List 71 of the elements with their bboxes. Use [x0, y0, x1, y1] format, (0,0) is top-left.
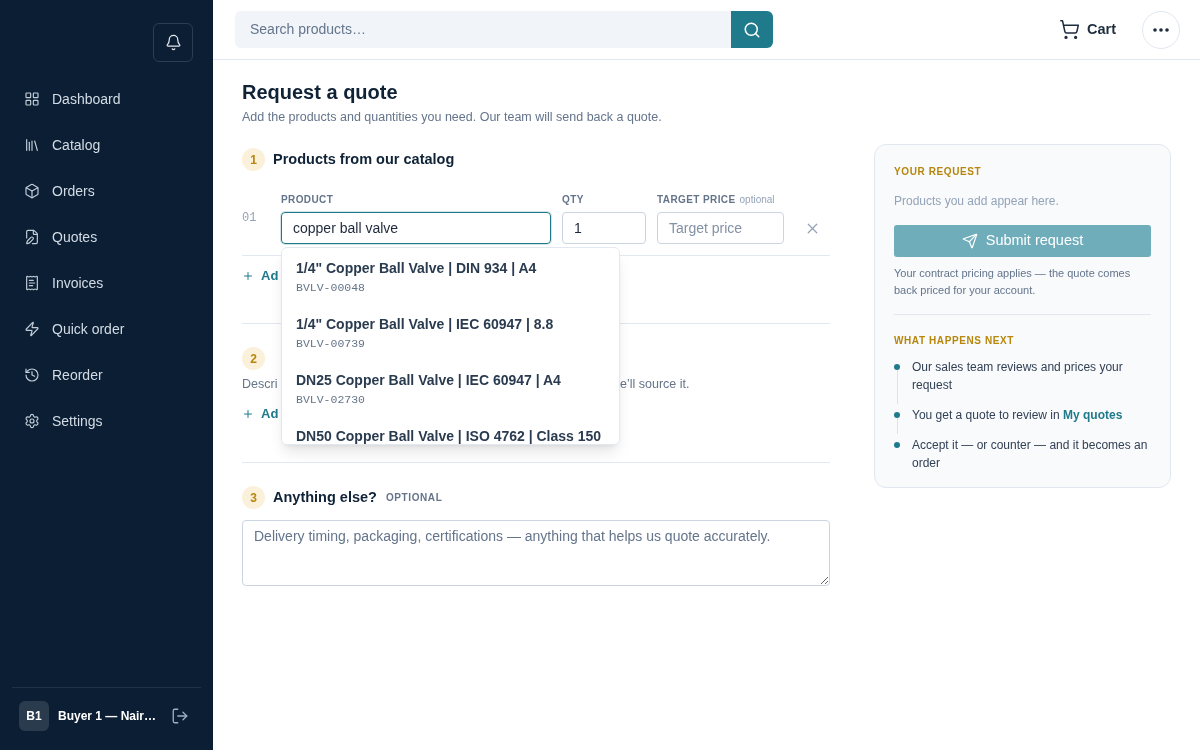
product-code: BVLV-02730	[296, 392, 366, 408]
suggestion-item[interactable]: 1/4" Copper Ball Valve | DIN 934 | A4 BVLV-00048	[282, 249, 619, 305]
step-number: 1	[242, 148, 265, 171]
step-number: 2	[242, 347, 265, 370]
plus-icon	[242, 270, 254, 282]
empty-state-text: Products you add appear here.	[894, 193, 1060, 210]
product-name: DN25 Copper Ball Valve | IEC 60947 | A4	[296, 371, 562, 390]
column-label: QTY	[562, 193, 584, 207]
notifications-button[interactable]	[153, 23, 193, 62]
nav-item[interactable]: Orders	[12, 168, 201, 214]
file-pen-icon	[24, 229, 40, 245]
nav-item[interactable]: Dashboard	[12, 76, 201, 122]
suggestion-item[interactable]: DN50 Copper Ball Valve | ISO 4762 | Class 150	[282, 417, 619, 444]
suggestion-item[interactable]: 1/4" Copper Ball Valve | IEC 60947 | 8.8 BVLV-00739	[282, 305, 619, 361]
search-field[interactable]: Search products…	[235, 11, 731, 48]
bell-icon	[164, 34, 182, 51]
nav-item[interactable]: Settings	[12, 398, 201, 444]
product-name: 1/4" Copper Ball Valve | IEC 60947 | 8.8	[296, 315, 555, 334]
add-link[interactable]: Ad	[242, 266, 279, 286]
product-name: 1/4" Copper Ball Valve | DIN 934 | A4	[296, 259, 538, 278]
lightning-icon	[24, 321, 40, 337]
step-text: Our sales team reviews and prices your request	[912, 359, 1124, 394]
nav-item[interactable]: Quotes	[12, 214, 201, 260]
section-description: Descri	[242, 376, 279, 393]
product-field[interactable]: copper ball valve	[281, 212, 551, 244]
search-button[interactable]	[731, 11, 773, 48]
grid-icon	[24, 91, 40, 107]
notes-field[interactable]: Delivery timing, packaging, certifications — anything that helps us quote accurately.	[242, 520, 830, 586]
user-avatar: B1	[19, 701, 49, 731]
search-icon	[743, 20, 761, 39]
nav-item[interactable]: Invoices	[12, 260, 201, 306]
nav-item[interactable]: Quick order	[12, 306, 201, 352]
card-heading: YOUR REQUEST	[894, 165, 983, 179]
user-name: Buyer 1 — Nair…	[58, 708, 157, 725]
card-heading: WHAT HAPPENS NEXT	[894, 334, 1016, 348]
nav-item[interactable]: Reorder	[12, 352, 201, 398]
more-icon	[1153, 27, 1169, 32]
step-text: You get a quote to review in My quotes	[912, 407, 1123, 424]
section-description: e’ll source it.	[620, 376, 691, 393]
add-link[interactable]: Ad	[242, 404, 279, 424]
product-code: BVLV-00048	[296, 280, 366, 296]
section-title: Anything else?	[273, 487, 377, 507]
column-label: PRODUCT	[281, 193, 334, 207]
column-label: TARGET PRICE	[657, 193, 736, 207]
product-code: BVLV-00739	[296, 336, 366, 352]
pricing-note: Your contract pricing applies — the quote comes back priced for your account.	[894, 266, 1132, 298]
settings-icon	[24, 413, 40, 429]
section-title: Products from our catalog	[273, 149, 455, 169]
my-quotes-link[interactable]: My quotes	[1063, 408, 1123, 422]
row-number: 01	[242, 212, 258, 224]
step-number: 3	[242, 486, 265, 509]
history-icon	[24, 367, 40, 383]
receipt-icon	[24, 275, 40, 291]
paper-plane-icon	[961, 233, 978, 249]
quantity-field[interactable]: 1	[562, 212, 646, 244]
product-name: DN50 Copper Ball Valve | ISO 4762 | Class 150	[296, 427, 603, 444]
page-title: Request a quote	[242, 80, 399, 105]
plus-icon	[242, 408, 254, 420]
target-price-field[interactable]: Target price	[657, 212, 784, 244]
logout-icon	[171, 707, 189, 725]
suggestion-item[interactable]: DN25 Copper Ball Valve | IEC 60947 | A4 BVLV-02730	[282, 361, 619, 417]
optional-tag: OPTIONAL	[385, 490, 443, 505]
books-icon	[24, 137, 40, 153]
box-icon	[24, 183, 40, 199]
logout-button[interactable]	[171, 707, 189, 725]
page-subtitle: Add the products and quantities you need. Our team will send back a quote.	[242, 109, 663, 126]
cart-icon	[1059, 19, 1080, 40]
column-hint: optional	[739, 193, 775, 207]
step-text: Accept it — or counter — and it becomes an order	[912, 437, 1149, 472]
nav-item[interactable]: Catalog	[12, 122, 201, 168]
cart-link[interactable]: Cart	[1059, 18, 1116, 41]
